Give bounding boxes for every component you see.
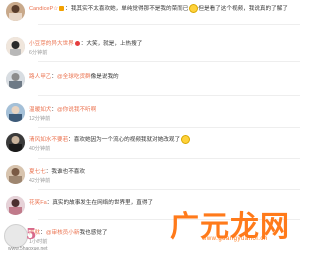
avatar[interactable]	[6, 37, 25, 56]
avatar[interactable]	[6, 133, 25, 152]
emoji-icon	[181, 135, 191, 145]
comment-item: 小豆芽的异大世界 ：大笑，就是，上热搜了 6分钟前	[0, 37, 300, 60]
divider	[38, 127, 300, 128]
divider	[38, 95, 300, 96]
comment-text: 像是说我的	[90, 74, 119, 80]
comment-time: 40分钟前	[29, 146, 51, 152]
comment-item: 清风如水不要若：喜欢她因为一个流心的视频我就对她改观了 40分钟前	[0, 133, 300, 156]
divider	[38, 158, 300, 159]
divider	[38, 24, 300, 25]
comment-item: 温暖如犬：@你说我不听啊 12分钟前	[0, 103, 300, 126]
logo-url: www.5haoxue.net	[8, 246, 48, 252]
logo-number: 5	[26, 225, 37, 243]
comment-time: 42分钟前	[29, 178, 51, 184]
comment-text-continued: 但是看了这个视频，我说真的了解了	[198, 6, 288, 12]
comment-text: 我其实不太喜欢她，单纯觉得那不是我的菜而已	[70, 6, 189, 12]
comment-time: 12分钟前	[29, 116, 51, 122]
username[interactable]: CandiceP☆	[29, 6, 58, 12]
avatar[interactable]	[6, 2, 25, 21]
username[interactable]: 温暖如犬	[29, 107, 51, 113]
comment-text: 大笑，就是，上热搜了	[86, 41, 143, 47]
avatar[interactable]	[6, 70, 25, 89]
username[interactable]: 清风如水不要若	[29, 137, 68, 143]
avatar[interactable]	[6, 165, 25, 184]
mention-link[interactable]: @审核员小新	[46, 230, 80, 236]
divider	[38, 189, 300, 190]
mention-link[interactable]: @全球吃货群	[57, 74, 91, 80]
username[interactable]: 夏七七	[29, 169, 46, 175]
comment-item: 路人甲乙：@全球吃货群像是说我的	[0, 70, 300, 93]
divider	[38, 61, 300, 62]
comment-text: 我也感觉了	[79, 230, 108, 236]
comment-item: 夏七七：我谁也不喜欢 42分钟前	[0, 165, 300, 188]
medal-icon	[74, 41, 80, 47]
mention-link[interactable]: @你说我不听啊	[57, 107, 96, 113]
comment-item: CandiceP☆ ：我其实不太喜欢她，单纯觉得那不是我的菜而已 但是看了这个视频，…	[0, 2, 300, 25]
site-watermark-logo: 5 www.5haoxue.net	[4, 224, 48, 252]
comment-time: 6分钟前	[29, 50, 48, 56]
site-watermark-url: www.guangyuanol.cn	[202, 236, 268, 242]
comment-text: 我谁也不喜欢	[51, 169, 85, 175]
comment-text: 喜欢她因为一个流心的视频我就对她改观了	[73, 137, 181, 143]
avatar[interactable]	[6, 103, 25, 122]
username[interactable]: 路人甲乙	[29, 74, 51, 80]
logo-badge-icon	[4, 224, 28, 248]
username[interactable]: 小豆芽的异大世界	[29, 41, 74, 47]
avatar[interactable]	[6, 196, 25, 215]
username[interactable]: 花笑Fa	[29, 200, 47, 206]
comment-text: 真实的故事发生在网络的世界里，直得了	[52, 200, 154, 206]
vip-badge-icon	[59, 6, 65, 12]
